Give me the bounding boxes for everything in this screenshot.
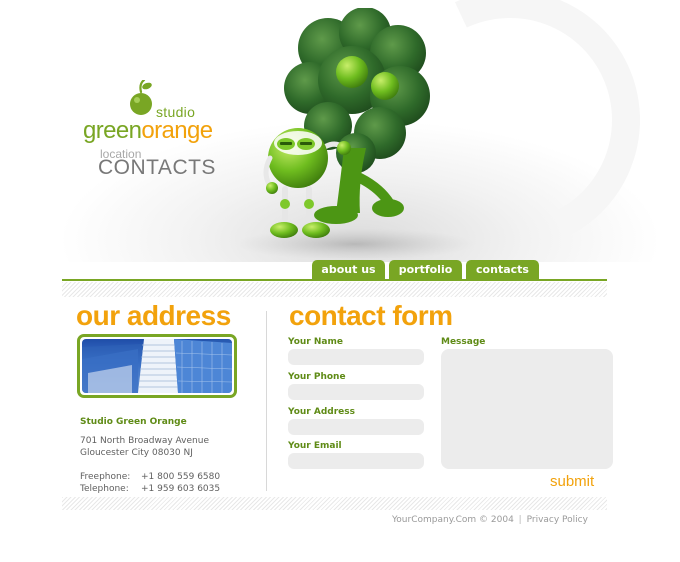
name-input[interactable] (288, 349, 424, 365)
submit-button[interactable]: submit (550, 473, 594, 490)
email-label: Your Email (288, 441, 342, 451)
nav-underline (62, 279, 607, 281)
page-title: CONTACTS (98, 156, 216, 179)
tree-robot-illustration (240, 8, 475, 258)
nav-tab-about-us[interactable]: about us (312, 260, 385, 280)
phone-value: +1 800 559 6580 (141, 472, 221, 482)
address-input[interactable] (288, 419, 424, 435)
phone-input[interactable] (288, 384, 424, 400)
privacy-policy-link[interactable]: Privacy Policy (527, 515, 588, 525)
main-navigation: about us portfolio contacts (312, 260, 539, 280)
building-image (82, 339, 232, 393)
nav-tab-portfolio[interactable]: portfolio (389, 260, 462, 280)
footer-separator: | (518, 515, 522, 525)
address-city: Gloucester City 08030 NJ (80, 448, 193, 458)
phone-label: Telephone: (80, 484, 129, 494)
email-input[interactable] (288, 453, 424, 469)
logo-green-text: green (83, 117, 142, 144)
address-heading: our address (76, 300, 231, 331)
top-stripe-divider (62, 282, 607, 297)
phone-row-freephone: Freephone: +1 800 559 6580 (80, 472, 220, 482)
address-street: 701 North Broadway Avenue (80, 436, 209, 446)
company-name: Studio Green Orange (80, 417, 187, 427)
contact-form-heading: contact form (289, 300, 453, 331)
building-photo (77, 334, 237, 398)
orange-fruit-icon (130, 80, 152, 115)
logo-orange-text: orange (141, 117, 213, 144)
column-divider (266, 311, 267, 491)
phone-row-telephone: Telephone: +1 959 603 6035 (80, 484, 220, 494)
footer: YourCompany.Com © 2004 | Privacy Policy (392, 515, 588, 525)
phone-value: +1 959 603 6035 (141, 484, 221, 494)
logo-wordmark: greenorange (83, 117, 213, 145)
copyright-text: YourCompany.Com © 2004 (392, 515, 514, 525)
name-label: Your Name (288, 337, 343, 347)
nav-tab-contacts[interactable]: contacts (466, 260, 539, 280)
message-textarea[interactable] (441, 349, 613, 469)
message-label: Message (441, 337, 486, 347)
address-label: Your Address (288, 407, 355, 417)
phone-label: Your Phone (288, 372, 346, 382)
phone-label: Freephone: (80, 472, 131, 482)
header-banner: studio greenorange location CONTACTS (0, 0, 680, 262)
bottom-stripe-divider (62, 497, 607, 510)
